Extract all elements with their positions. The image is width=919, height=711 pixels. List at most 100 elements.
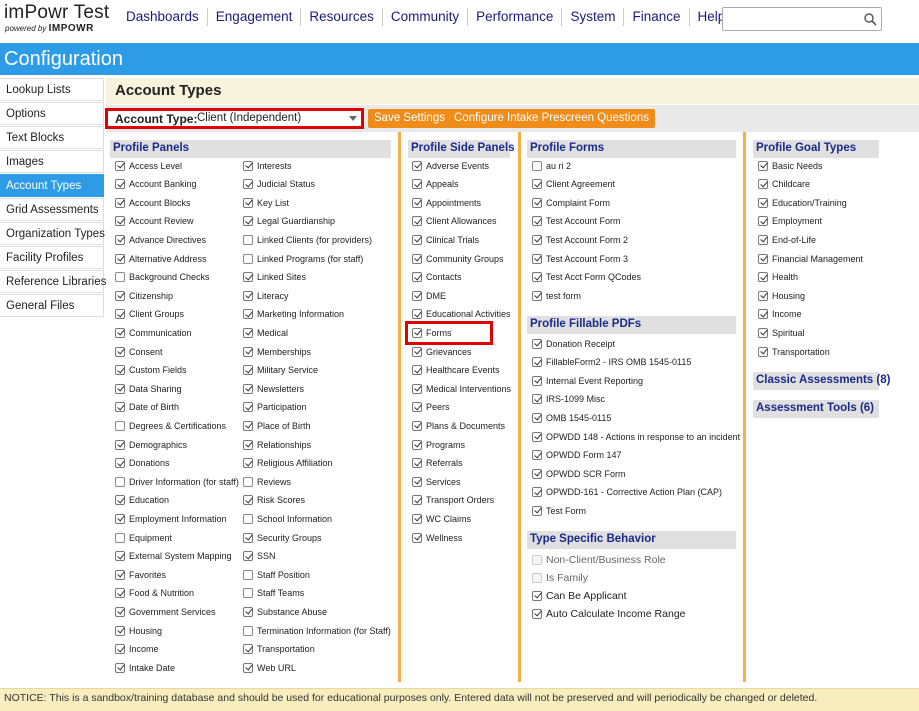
checkbox[interactable] (412, 160, 422, 171)
checkbox[interactable] (532, 357, 542, 368)
checkbox[interactable] (243, 625, 253, 636)
checkbox[interactable] (115, 197, 125, 208)
checkbox[interactable] (532, 468, 542, 479)
checkbox[interactable] (758, 160, 768, 171)
checkbox[interactable] (412, 532, 422, 543)
checkbox[interactable] (412, 365, 422, 376)
checkbox[interactable] (243, 290, 253, 301)
checkbox[interactable] (243, 606, 253, 617)
checkbox[interactable] (758, 290, 768, 301)
checkbox[interactable] (412, 458, 422, 469)
checkbox[interactable] (243, 309, 253, 320)
checkbox[interactable] (115, 327, 125, 338)
sidebar-item-reference-libraries[interactable]: Reference Libraries (0, 270, 106, 293)
checkbox[interactable] (243, 234, 253, 245)
checkbox[interactable] (758, 309, 768, 320)
checkbox[interactable] (758, 272, 768, 283)
checkbox[interactable] (243, 644, 253, 655)
checkbox[interactable] (758, 179, 768, 190)
checkbox[interactable] (243, 327, 253, 338)
checkbox[interactable] (243, 569, 253, 580)
checkbox[interactable] (412, 476, 422, 487)
sidebar-item-organization-types[interactable]: Organization Types (0, 222, 105, 245)
checkbox[interactable] (532, 431, 542, 442)
checkbox[interactable] (532, 412, 542, 423)
app-logo[interactable]: imPowr Test powered by IMPOWR (4, 2, 109, 34)
checkbox[interactable] (243, 253, 253, 264)
checkbox[interactable] (115, 458, 125, 469)
checkbox[interactable] (532, 234, 542, 245)
checkbox[interactable] (115, 290, 125, 301)
checkbox[interactable] (412, 309, 422, 320)
checkbox[interactable] (412, 439, 422, 450)
checkbox[interactable] (243, 216, 253, 227)
checkbox[interactable] (115, 476, 125, 487)
checkbox[interactable] (758, 327, 768, 338)
search-input[interactable] (722, 7, 882, 31)
checkbox[interactable] (243, 551, 253, 562)
checkbox[interactable] (412, 495, 422, 506)
checkbox[interactable] (243, 662, 253, 673)
checkbox[interactable] (115, 495, 125, 506)
checkbox[interactable] (115, 179, 125, 190)
nav-finance[interactable]: Finance (624, 8, 690, 26)
checkbox[interactable] (412, 179, 422, 190)
checkbox[interactable] (758, 234, 768, 245)
checkbox[interactable] (115, 588, 125, 599)
checkbox[interactable] (115, 383, 125, 394)
checkbox[interactable] (532, 505, 542, 516)
account-type-dropdown[interactable]: Client (Independent) (194, 112, 359, 126)
nav-dashboards[interactable]: Dashboards (118, 8, 208, 26)
checkbox[interactable] (532, 197, 542, 208)
checkbox[interactable] (115, 309, 125, 320)
checkbox[interactable] (412, 420, 422, 431)
checkbox[interactable] (115, 569, 125, 580)
assessment-tools-link[interactable]: Assessment Tools (6) (753, 400, 879, 418)
checkbox[interactable] (758, 216, 768, 227)
checkbox[interactable] (243, 346, 253, 357)
checkbox[interactable] (532, 590, 542, 601)
checkbox[interactable] (115, 402, 125, 413)
checkbox[interactable] (532, 290, 542, 301)
sidebar-item-account-types[interactable]: Account Types (0, 174, 104, 197)
checkbox[interactable] (243, 513, 253, 524)
checkbox[interactable] (412, 383, 422, 394)
checkbox[interactable] (532, 394, 542, 405)
sidebar-item-grid-assessments[interactable]: Grid Assessments (0, 198, 104, 221)
checkbox[interactable] (243, 420, 253, 431)
configure-intake-button[interactable]: Configure Intake Prescreen Questions (448, 109, 655, 128)
checkbox[interactable] (243, 179, 253, 190)
checkbox[interactable] (412, 402, 422, 413)
checkbox[interactable] (243, 272, 253, 283)
checkbox[interactable] (532, 216, 542, 227)
checkbox[interactable] (243, 588, 253, 599)
checkbox[interactable] (532, 160, 542, 171)
nav-community[interactable]: Community (383, 8, 469, 26)
checkbox[interactable] (115, 513, 125, 524)
checkbox[interactable] (243, 365, 253, 376)
nav-resources[interactable]: Resources (301, 8, 383, 26)
checkbox[interactable] (115, 662, 125, 673)
checkbox[interactable] (115, 216, 125, 227)
checkbox[interactable] (532, 253, 542, 264)
classic-assessments-link[interactable]: Classic Assessments (8) (753, 372, 890, 390)
checkbox[interactable] (758, 197, 768, 208)
checkbox[interactable] (412, 234, 422, 245)
checkbox[interactable] (115, 644, 125, 655)
checkbox[interactable] (532, 179, 542, 190)
checkbox[interactable] (243, 197, 253, 208)
checkbox[interactable] (412, 290, 422, 301)
sidebar-item-general-files[interactable]: General Files (0, 294, 104, 317)
nav-performance[interactable]: Performance (468, 8, 563, 26)
checkbox[interactable] (115, 625, 125, 636)
checkbox[interactable] (532, 272, 542, 283)
checkbox[interactable] (412, 513, 422, 524)
sidebar-item-text-blocks[interactable]: Text Blocks (0, 126, 104, 149)
checkbox[interactable] (115, 606, 125, 617)
checkbox[interactable] (115, 532, 125, 543)
checkbox[interactable] (243, 383, 253, 394)
sidebar-item-lookup-lists[interactable]: Lookup Lists (0, 78, 104, 101)
checkbox[interactable] (243, 402, 253, 413)
checkbox[interactable] (532, 338, 542, 349)
checkbox[interactable] (115, 253, 125, 264)
